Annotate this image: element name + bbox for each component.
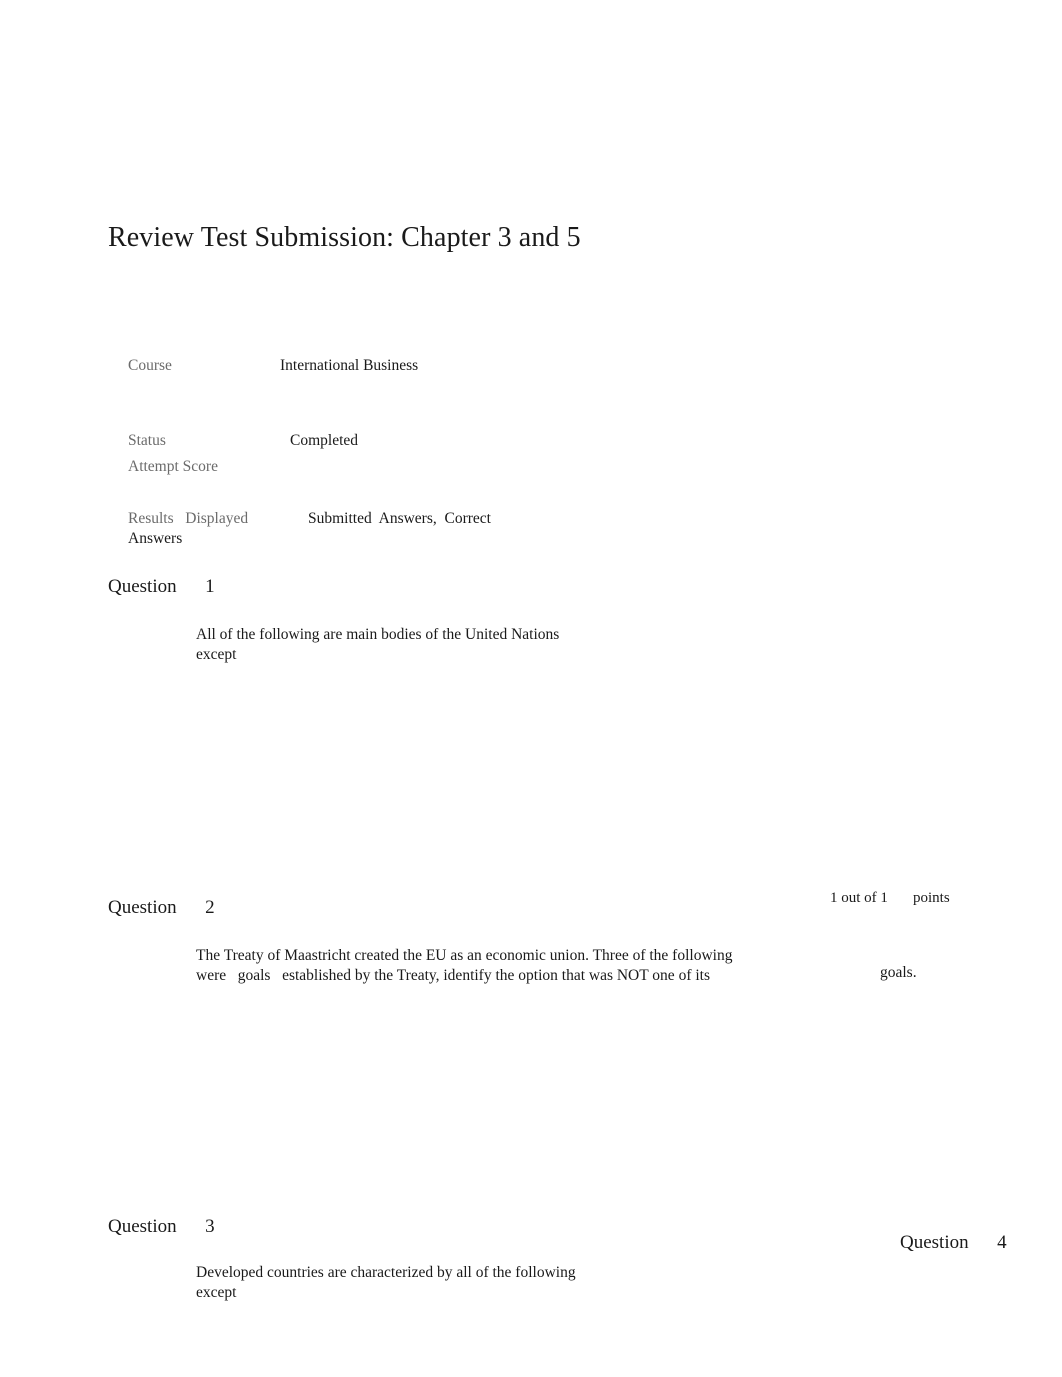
question-heading-2: Question 2 [108, 897, 215, 918]
metadata-label-results-displayed: Results Displayed [128, 510, 249, 527]
question-text-2-line-2: were goals established by the Treaty, id… [196, 967, 710, 984]
document-page: Review Test Submission: Chapter 3 and 5 … [0, 0, 1062, 1377]
metadata-value-results-displayed: Submitted Answers, Correct [308, 510, 491, 527]
question-points-score-2: 1 out of 1 [830, 890, 888, 906]
question-text-1-line-1: All of the following are main bodies of … [196, 626, 560, 643]
metadata-value-status: Completed [290, 432, 359, 449]
question-heading-4: Question 4 [900, 1232, 1007, 1253]
metadata-label-status: Status [128, 432, 166, 449]
metadata-label-attempt-score: Attempt Score [128, 458, 218, 475]
question-text-2: The Treaty of Maastricht created the EU … [196, 946, 732, 986]
question-text-3-line-1: Developed countries are characterized by… [196, 1264, 576, 1281]
question-text-1: All of the following are main bodies of … [196, 625, 559, 665]
question-text-3: Developed countries are characterized by… [196, 1263, 576, 1303]
question-heading-3: Question 3 [108, 1216, 215, 1237]
question-points-unit-2: points [913, 890, 950, 906]
metadata-label-course: Course [128, 357, 172, 374]
question-text-1-line-2: except [196, 646, 237, 663]
question-text-2-line-1: The Treaty of Maastricht created the EU … [196, 947, 733, 964]
page-title: Review Test Submission: Chapter 3 and 5 [108, 222, 581, 253]
metadata-value-course: International Business [280, 357, 419, 374]
metadata-value-results-displayed-continued: Answers [128, 530, 183, 547]
question-text-2-tail: goals. [880, 964, 917, 981]
question-text-3-line-2: except [196, 1284, 237, 1301]
question-heading-1: Question 1 [108, 576, 215, 597]
